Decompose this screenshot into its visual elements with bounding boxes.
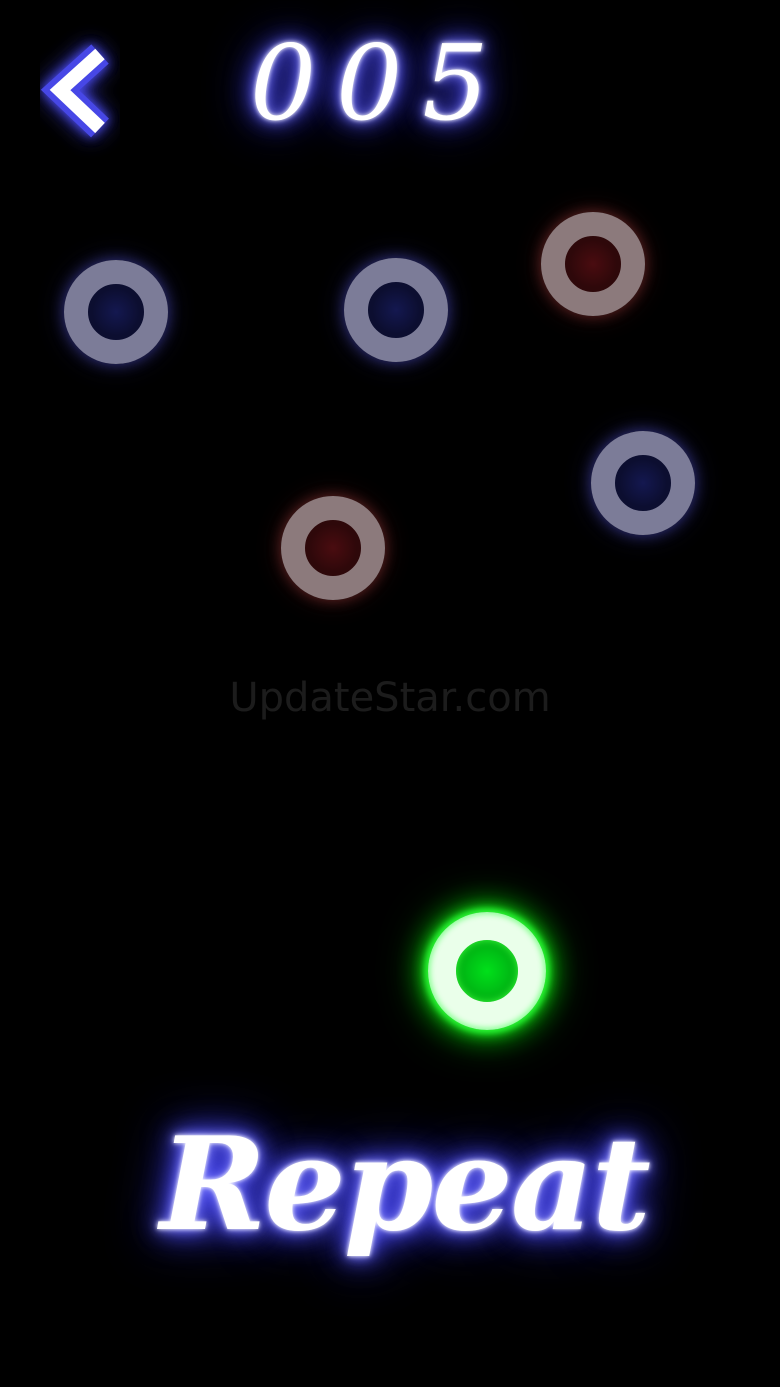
- score-counter: 005: [250, 22, 509, 144]
- game-screen: 005 UpdateStar.com Repeat: [0, 0, 780, 1387]
- chevron-left-icon: [36, 36, 126, 146]
- target-ring[interactable]: [64, 260, 168, 364]
- target-ring[interactable]: [541, 212, 645, 316]
- target-ring[interactable]: [591, 431, 695, 535]
- active-ring[interactable]: [428, 912, 546, 1030]
- watermark-text: UpdateStar.com: [229, 675, 551, 721]
- back-button[interactable]: [36, 36, 126, 146]
- target-ring[interactable]: [281, 496, 385, 600]
- target-ring[interactable]: [344, 258, 448, 362]
- repeat-button[interactable]: Repeat: [160, 1085, 651, 1285]
